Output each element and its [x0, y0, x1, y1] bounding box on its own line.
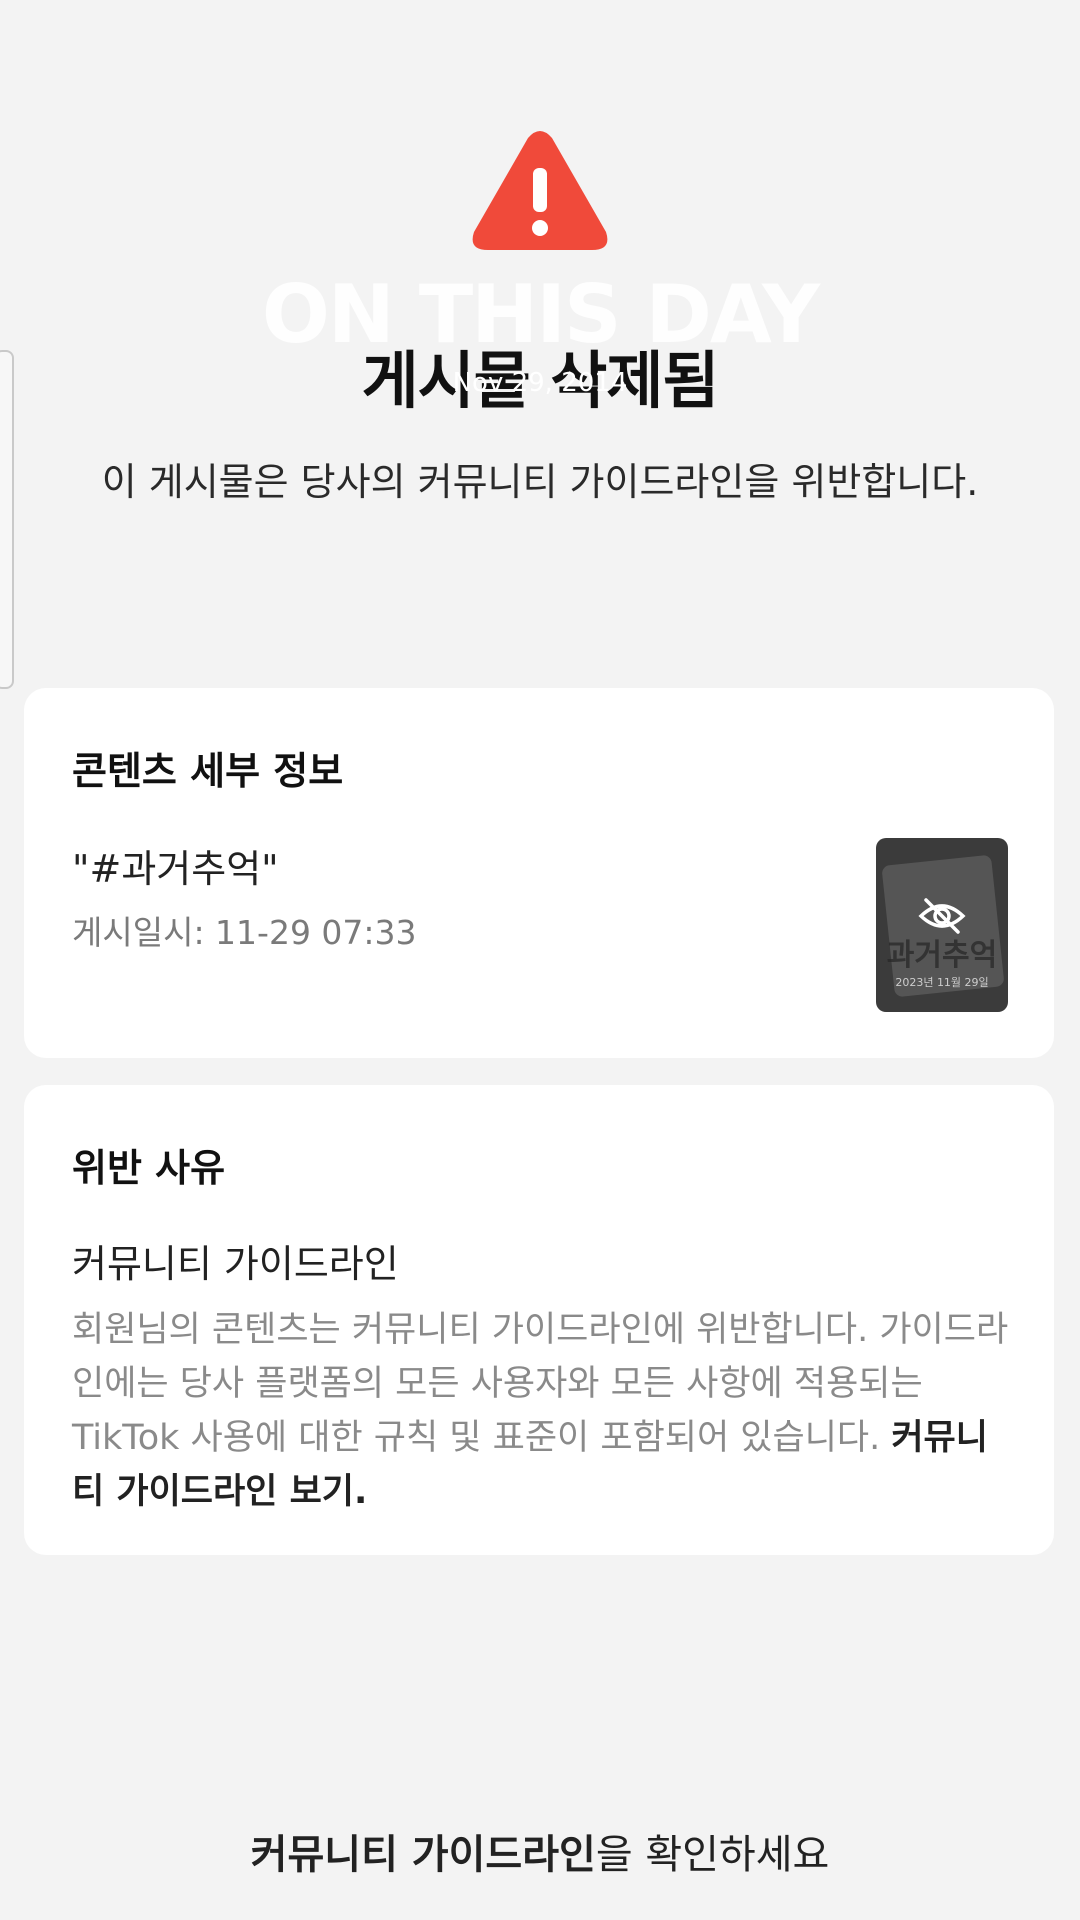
overlay-watermark-date: Nov 29, 2014	[452, 368, 628, 398]
post-caption: "#과거추억"	[72, 847, 279, 891]
post-thumbnail[interactable]: 과거추억 2023년 11월 29일	[876, 838, 1008, 1012]
violation-category: 커뮤니티 가이드라인	[72, 1242, 399, 1286]
thumbnail-text: 과거추억	[886, 938, 998, 973]
violation-reason-card: 위반 사유 커뮤니티 가이드라인 회원님의 콘텐츠는 커뮤니티 가이드라인에 위…	[24, 1085, 1054, 1555]
warning-triangle-icon	[472, 131, 608, 250]
eye-slash-icon	[918, 898, 966, 934]
post-date: 게시일시: 11-29 07:33	[72, 913, 417, 952]
violation-reason-heading: 위반 사유	[72, 1146, 226, 1190]
footer-message: 커뮤니티 가이드라인을 확인하세요	[0, 1822, 1080, 1880]
content-details-card: 콘텐츠 세부 정보 "#과거추억" 게시일시: 11-29 07:33 과거추억…	[24, 688, 1054, 1058]
footer-emphasis: 커뮤니티 가이드라인	[250, 1832, 596, 1878]
content-details-heading: 콘텐츠 세부 정보	[72, 749, 344, 793]
page-subtitle: 이 게시물은 당사의 커뮤니티 가이드라인을 위반합니다.	[101, 460, 979, 504]
footer-text: 을 확인하세요	[595, 1832, 830, 1878]
violation-description-text: 회원님의 콘텐츠는 커뮤니티 가이드라인에 위반합니다. 가이드라인에는 당사 …	[72, 1310, 1009, 1458]
thumbnail-subtext: 2023년 11월 29일	[895, 976, 989, 989]
violation-description: 회원님의 콘텐츠는 커뮤니티 가이드라인에 위반합니다. 가이드라인에는 당사 …	[72, 1303, 1012, 1519]
